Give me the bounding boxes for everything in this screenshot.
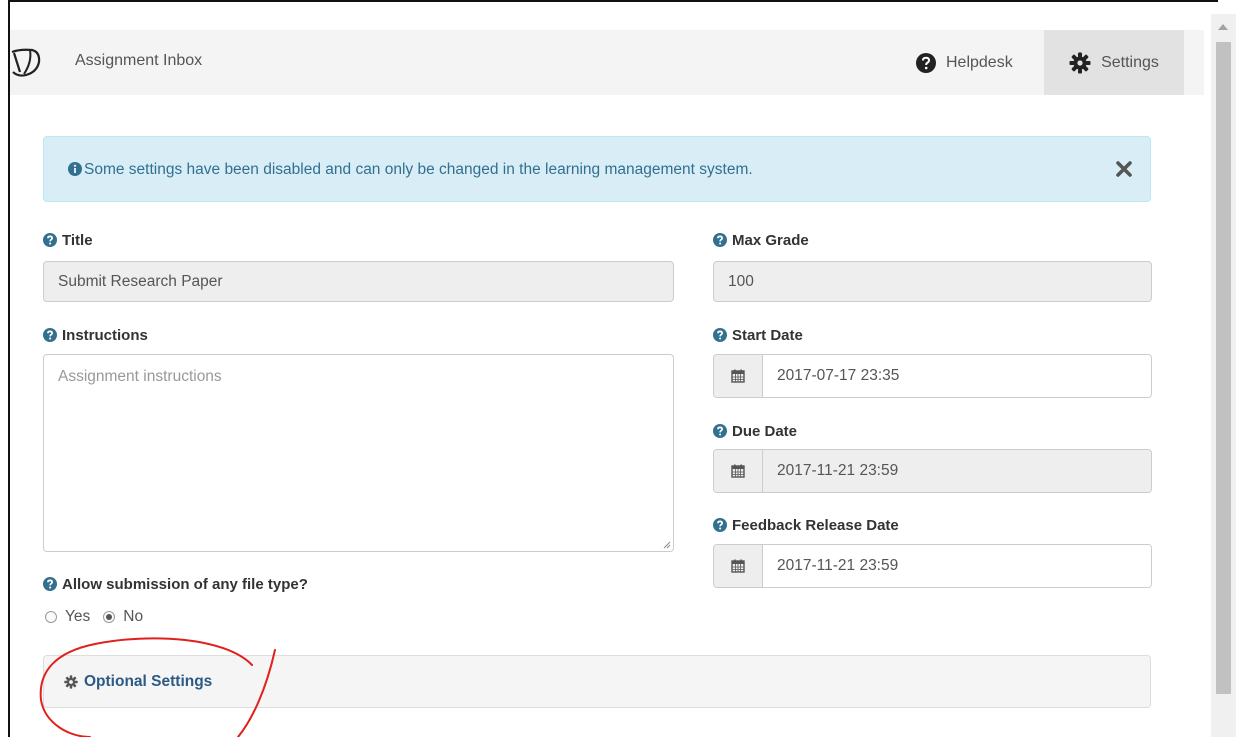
feedback-date-input-group[interactable]: 2017-11-21 23:59: [713, 544, 1152, 588]
due-date-label-text: Due Date: [732, 423, 798, 440]
due-date-value[interactable]: 2017-11-21 23:59: [763, 450, 1151, 492]
feedback-date-label-text: Feedback Release Date: [732, 517, 899, 534]
settings-button[interactable]: Settings: [1044, 30, 1184, 95]
max-grade-label-text: Max Grade: [732, 232, 809, 249]
helpdesk-button[interactable]: Helpdesk: [916, 30, 1027, 95]
info-circle-icon: [68, 162, 82, 176]
max-grade-label: Max Grade: [713, 232, 809, 249]
window-border-top: [8, 0, 1218, 2]
question-circle-icon: [43, 577, 57, 591]
top-navbar: Assignment Inbox Helpdesk Settings: [10, 30, 1204, 95]
file-type-yes-label[interactable]: Yes: [65, 608, 90, 626]
resize-grip-icon[interactable]: [661, 539, 671, 549]
optional-settings-toggle[interactable]: Optional Settings: [64, 673, 212, 691]
title-label-text: Title: [62, 232, 93, 249]
vertical-scrollbar[interactable]: [1211, 14, 1236, 737]
calendar-icon: [731, 559, 745, 573]
due-date-input-group[interactable]: 2017-11-21 23:59: [713, 449, 1152, 493]
title-label: Title: [43, 232, 93, 249]
start-date-calendar-button[interactable]: [714, 355, 763, 397]
gear-icon: [1069, 52, 1091, 73]
calendar-icon: [731, 369, 745, 383]
question-circle-icon: [713, 424, 727, 438]
question-circle-icon: [713, 328, 727, 342]
optional-settings-label: Optional Settings: [84, 673, 213, 690]
instructions-placeholder: Assignment instructions: [58, 368, 222, 385]
start-date-label: Start Date: [713, 327, 803, 344]
question-circle-icon: [713, 518, 727, 532]
settings-disabled-alert: Some settings have been disabled and can…: [43, 136, 1151, 202]
instructions-label: Instructions: [43, 327, 148, 344]
question-circle-icon: [713, 233, 727, 247]
window-border-left: [8, 0, 10, 737]
max-grade-input[interactable]: 100: [713, 261, 1152, 302]
turnitin-logo-icon[interactable]: [10, 44, 46, 80]
file-type-label-text: Allow submission of any file type?: [62, 576, 308, 593]
due-date-label: Due Date: [713, 423, 797, 440]
feedback-date-calendar-button[interactable]: [714, 545, 763, 587]
start-date-input-group[interactable]: 2017-07-17 23:35: [713, 354, 1152, 398]
file-type-radio-group: Yes No: [45, 608, 156, 626]
question-circle-icon: [43, 233, 57, 247]
file-type-no-label[interactable]: No: [123, 608, 143, 626]
alert-message: Some settings have been disabled and can…: [84, 161, 753, 178]
title-input[interactable]: Submit Research Paper: [43, 261, 674, 302]
app-title[interactable]: Assignment Inbox: [75, 52, 202, 70]
gear-icon: [64, 675, 78, 689]
file-type-label: Allow submission of any file type?: [43, 576, 308, 593]
file-type-no-radio[interactable]: [103, 611, 116, 623]
calendar-icon: [731, 464, 745, 478]
optional-settings-panel: Optional Settings: [43, 655, 1151, 708]
instructions-textarea[interactable]: Assignment instructions: [43, 354, 674, 552]
scrollbar-thumb[interactable]: [1216, 42, 1231, 694]
instructions-label-text: Instructions: [62, 327, 148, 344]
feedback-date-value[interactable]: 2017-11-21 23:59: [763, 545, 1151, 587]
close-icon[interactable]: [1114, 159, 1134, 179]
question-circle-icon: [43, 328, 57, 342]
settings-label: Settings: [1101, 53, 1159, 71]
start-date-label-text: Start Date: [732, 327, 803, 344]
feedback-date-label: Feedback Release Date: [713, 517, 899, 534]
due-date-calendar-button[interactable]: [714, 450, 763, 492]
file-type-yes-radio[interactable]: [45, 611, 57, 623]
scroll-up-arrow-icon[interactable]: [1218, 24, 1228, 30]
start-date-value[interactable]: 2017-07-17 23:35: [763, 355, 1151, 397]
question-circle-icon: [916, 52, 936, 73]
helpdesk-label: Helpdesk: [946, 53, 1013, 71]
